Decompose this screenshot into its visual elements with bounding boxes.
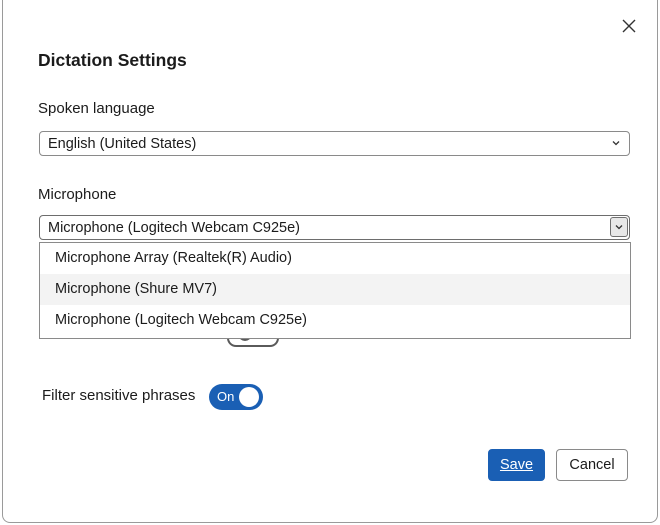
microphone-dropdown-list: Microphone Array (Realtek(R) Audio) Micr… (39, 242, 631, 339)
microphone-dropdown-button[interactable] (610, 217, 628, 237)
toggle-knob (239, 387, 259, 407)
microphone-value: Microphone (Logitech Webcam C925e) (48, 219, 301, 236)
dictation-settings-dialog: Dictation Settings Spoken language Engli… (2, 0, 658, 523)
chevron-down-icon (612, 141, 620, 146)
microphone-option[interactable]: Microphone (Logitech Webcam C925e) (40, 305, 630, 336)
cancel-button[interactable]: Cancel (556, 449, 628, 481)
microphone-label: Microphone (38, 186, 117, 203)
close-icon (622, 19, 636, 33)
spoken-language-select[interactable]: English (United States) (39, 131, 630, 156)
microphone-option[interactable]: Microphone (Shure MV7) (40, 274, 630, 305)
chevron-down-icon (615, 225, 623, 230)
filter-sensitive-phrases-label: Filter sensitive phrases (42, 387, 196, 404)
spoken-language-label: Spoken language (38, 100, 155, 117)
microphone-option[interactable]: Microphone Array (Realtek(R) Audio) (40, 243, 630, 274)
spoken-language-value: English (United States) (48, 135, 197, 152)
dialog-title: Dictation Settings (38, 50, 187, 70)
microphone-select[interactable]: Microphone (Logitech Webcam C925e) (39, 215, 630, 240)
toggle-state-text: On (217, 389, 235, 404)
close-button[interactable] (615, 12, 643, 40)
filter-sensitive-phrases-toggle[interactable]: On (209, 384, 263, 410)
save-button[interactable]: Save (488, 449, 545, 481)
